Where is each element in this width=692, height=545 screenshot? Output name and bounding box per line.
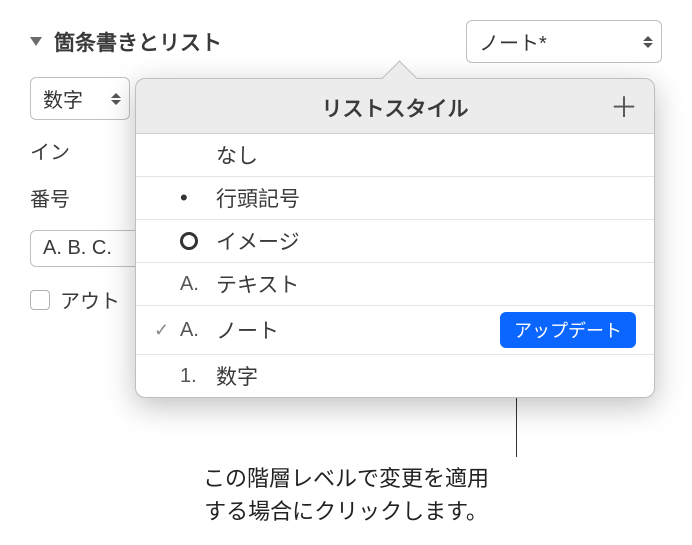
checkmark-icon: ✓ [154,320,180,341]
item-label: 数字 [216,361,636,391]
list-item-image[interactable]: イメージ [136,220,654,263]
item-label: 行頭記号 [216,183,636,213]
add-style-button[interactable]: ＋ [610,94,638,122]
list-item-none[interactable]: なし [136,134,654,177]
dropdown-value: ノート* [479,27,547,56]
update-button[interactable]: アップデート [500,312,636,348]
prefix-label: A. [180,273,216,296]
disclosure-triangle-icon[interactable] [30,37,42,46]
list-type-dropdown[interactable]: 数字 [30,77,130,120]
circle-icon [180,232,216,250]
popover-title: リストスタイル [322,93,469,123]
list-style-popover: リストスタイル ＋ なし • 行頭記号 イメージ A. テキスト ✓ A. ノー… [135,78,655,398]
prefix-label: 1. [180,365,216,388]
list-item-note[interactable]: ✓ A. ノート アップデート [136,306,654,355]
chevrons-icon [643,36,653,48]
list-style-dropdown[interactable]: ノート* [466,20,662,63]
item-label: ノート [216,315,500,345]
list-item-bullet[interactable]: • 行頭記号 [136,177,654,220]
chevrons-icon [111,93,121,105]
section-header[interactable]: 箇条書きとリスト ノート* [30,20,662,63]
section-title: 箇条書きとリスト [54,27,222,57]
item-label: イメージ [216,226,636,256]
number-label: 番号 [30,183,90,212]
outline-checkbox[interactable] [30,290,50,310]
item-label: テキスト [216,269,636,299]
style-list: なし • 行頭記号 イメージ A. テキスト ✓ A. ノート アップデート 1… [136,133,654,397]
list-item-number[interactable]: 1. 数字 [136,355,654,397]
indent-label: イン [30,136,90,165]
prefix-label: A. [180,319,216,342]
callout-text: この階層レベルで変更を適用 する場合にクリックします。 [0,462,692,528]
outline-label: アウト [60,285,120,314]
bullet-icon: • [180,187,216,209]
item-label: なし [216,140,636,170]
list-item-text[interactable]: A. テキスト [136,263,654,306]
dropdown-value: 数字 [43,84,83,113]
popover-header: リストスタイル ＋ [136,79,654,133]
